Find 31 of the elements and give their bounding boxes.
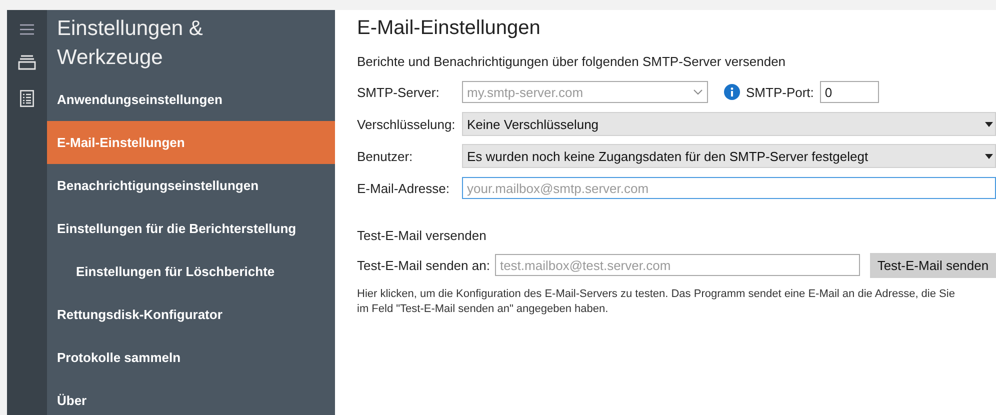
field-label: Verschlüsselung:	[357, 116, 456, 132]
send-test-button[interactable]: Test-E-Mail senden	[870, 252, 996, 278]
section-heading: Test-E-Mail versenden	[357, 228, 488, 243]
field-label: Benutzer:	[357, 148, 414, 164]
page-title: E-Mail-Einstellungen	[357, 17, 542, 40]
dropdown-arrow-icon	[985, 122, 993, 126]
test-email-field[interactable]: test.mailbox@test.server.com	[494, 254, 860, 276]
dropdown[interactable]: Es wurden noch keine Zugangsdaten für den SMTP-Server festgelegt	[462, 144, 996, 168]
field-label: SMTP-Server:	[357, 84, 440, 100]
email-field[interactable]: your.mailbox@smtp.server.com	[462, 177, 996, 199]
dropdown[interactable]: Keine Verschlüsselung	[462, 112, 996, 136]
sidebar-item[interactable]: Protokolle sammeln	[47, 336, 335, 379]
sidebar-item[interactable]: Einstellungen für die Berichterstellung	[47, 207, 335, 250]
intro-text: Berichte und Benachrichtigungen über folgenden SMTP-Server versenden	[357, 54, 787, 69]
chevron-down-icon	[693, 89, 703, 95]
dropdown-arrow-icon	[985, 154, 993, 158]
field-label: E-Mail-Adresse:	[357, 180, 450, 196]
help-text: Hier klicken, um die Konfiguration des E-Mail-Servers zu testen. Das Programm sendet eine E-Mail an die Adresse, die Sie im Feld "Test-E-Mail senden an" angegeben haben.	[357, 287, 956, 317]
sidebar-item[interactable]: Über	[47, 379, 335, 415]
sidebar-item[interactable]: Rettungsdisk-Konfigurator	[47, 293, 335, 336]
drive-stack-icon[interactable]	[18, 55, 36, 70]
field-label: Test-E-Mail senden an:	[357, 258, 490, 272]
list-document-icon[interactable]	[20, 90, 34, 107]
port-field[interactable]: 0	[820, 81, 879, 103]
sidebar-item[interactable]: Benachrichtigungseinstellungen	[47, 164, 335, 207]
menu-icon[interactable]	[20, 24, 34, 35]
sidebar-item[interactable]: Anwendungseinstellungen	[47, 78, 335, 121]
field-label: SMTP-Port:	[746, 84, 814, 100]
info-icon[interactable]	[724, 84, 740, 100]
sidebar-item[interactable]: Einstellungen für Löschberichte	[47, 250, 335, 293]
sidebar-title: Einstellungen & Werkzeuge	[56, 16, 204, 71]
